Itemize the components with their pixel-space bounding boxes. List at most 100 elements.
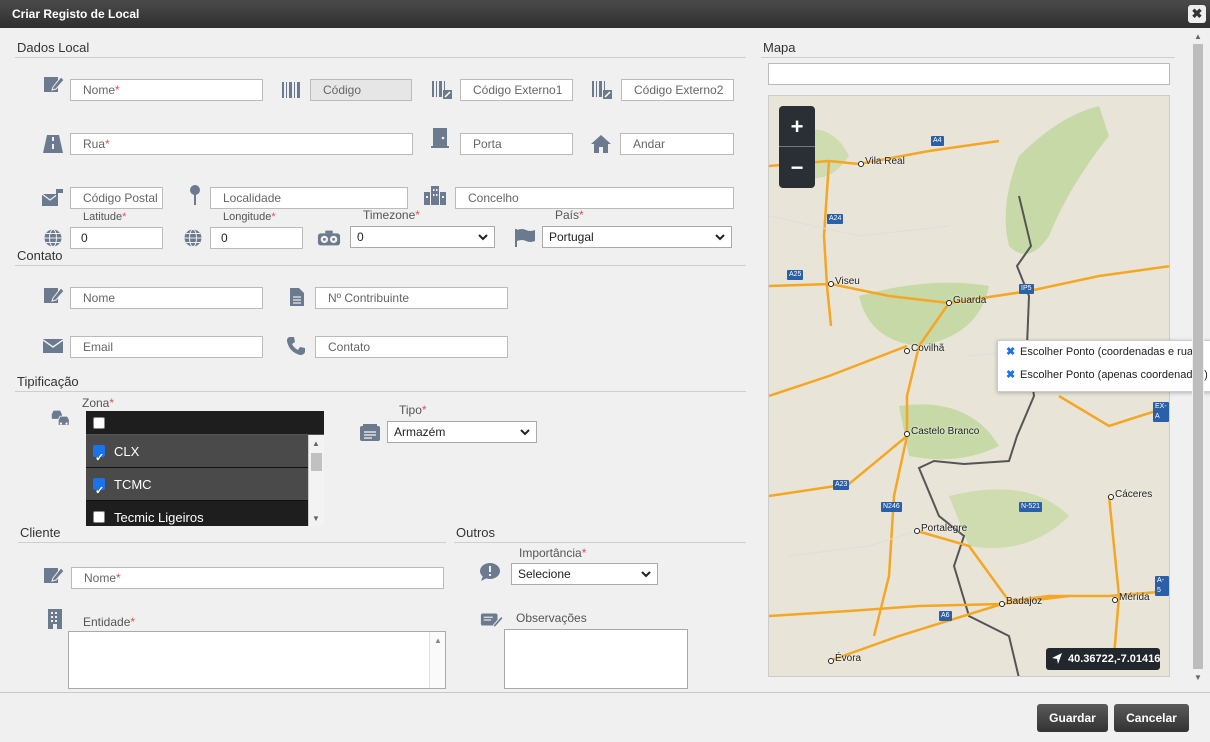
zona-checkbox[interactable] — [93, 442, 105, 475]
divider — [779, 146, 815, 147]
map-place-label: Badajoz — [1006, 596, 1043, 607]
importancia-label-text: Importância — [519, 546, 582, 560]
map-road-badge: A23 — [833, 480, 850, 490]
map-road-badge: N246 — [881, 502, 902, 512]
tipo-select[interactable]: Armazém — [387, 421, 537, 443]
door-icon — [428, 127, 452, 149]
email-input[interactable]: Email — [70, 336, 263, 358]
map-place-label: Cáceres — [1115, 489, 1153, 500]
required-mark: * — [579, 208, 584, 222]
timezone-label: Timezone* — [363, 208, 420, 222]
zona-checkbox[interactable] — [93, 511, 105, 523]
timezone-value: 0 — [357, 230, 364, 244]
longitude-input[interactable]: 0 — [210, 227, 303, 249]
divider — [18, 542, 446, 543]
observacoes-label: Observações — [516, 611, 587, 625]
zona-scrollbar[interactable]: ▲ ▼ — [308, 435, 324, 526]
map-place-marker — [828, 658, 834, 664]
required-mark: * — [122, 211, 127, 223]
map-road-badge: EX-A — [1153, 402, 1169, 422]
porta-input[interactable]: Porta — [460, 133, 573, 155]
required-mark: * — [130, 615, 136, 629]
timezone-select[interactable]: 0 — [350, 226, 495, 248]
local-nome-input[interactable]: Nome* — [70, 79, 263, 101]
scroll-up-icon[interactable]: ▲ — [434, 636, 442, 645]
map-place-label: Portalegre — [921, 523, 968, 534]
contato-nome-input[interactable]: Nome — [70, 287, 263, 309]
contato-input[interactable]: Contato — [315, 336, 508, 358]
context-menu-item[interactable]: ✖ Escolher Ponto (apenas coordenadas) — [998, 364, 1210, 387]
zona-label: Zona* — [82, 396, 114, 410]
zona-item[interactable]: TCMC — [86, 468, 324, 508]
codigo-externo2-input[interactable]: Código Externo2 — [621, 79, 734, 101]
codigo-externo1-input[interactable]: Código Externo1 — [460, 79, 573, 101]
required-mark: * — [105, 137, 110, 151]
tipo-value: Armazém — [394, 425, 446, 439]
longitude-label: Longitude* — [223, 211, 276, 223]
importancia-select[interactable]: Selecione — [511, 563, 658, 585]
map-road-badge: A-5 — [1155, 576, 1169, 596]
observacoes-textarea[interactable] — [504, 629, 688, 689]
entidade-label-text: Entidade — [83, 615, 131, 629]
pais-value: Portugal — [549, 230, 594, 244]
codigo-postal-input[interactable]: Código Postal — [70, 187, 163, 209]
context-menu-item[interactable]: ✖ Escolher Ponto (coordenadas e rua) — [998, 341, 1210, 364]
concelho-input[interactable]: Concelho — [455, 187, 734, 209]
concelho-placeholder: Concelho — [468, 191, 519, 205]
cliente-nome-placeholder: Nome — [84, 571, 117, 585]
zoom-out-button[interactable]: − — [779, 147, 815, 188]
map-road-badge: A4 — [931, 136, 944, 146]
location-arrow-icon — [1051, 648, 1063, 678]
dialog-scroll-thumb[interactable] — [1193, 44, 1203, 669]
map-coordinates: 40.36722,-7.01416 — [1068, 653, 1161, 665]
contato-nome-placeholder: Nome — [83, 291, 116, 305]
map-search-input[interactable] — [768, 63, 1170, 85]
divider — [15, 391, 746, 392]
zona-multiselect[interactable]: CLX TCMC Tecmic Ligeiros ▲ ▼ — [86, 411, 324, 526]
context-menu-label: Escolher Ponto (apenas coordenadas) — [1020, 369, 1208, 381]
required-mark: * — [116, 571, 121, 585]
zona-item[interactable]: CLX — [86, 435, 324, 475]
cancelar-button[interactable]: Cancelar — [1114, 704, 1189, 732]
close-icon[interactable]: ✖ — [1188, 5, 1206, 23]
zona-item[interactable]: Tecmic Ligeiros — [86, 501, 324, 526]
entidade-textarea[interactable]: ▲ — [68, 631, 446, 689]
contribuinte-input[interactable]: Nº Contribuinte — [315, 287, 508, 309]
scroll-down-icon[interactable]: ▼ — [312, 514, 320, 523]
scroll-up-icon[interactable]: ▲ — [1194, 32, 1202, 41]
guardar-button[interactable]: Guardar — [1037, 704, 1108, 732]
chevron-down-icon — [715, 229, 725, 251]
id-card-icon — [358, 422, 382, 444]
required-mark: * — [115, 83, 120, 97]
mailbox-icon — [41, 187, 65, 209]
edit-document-icon — [42, 73, 66, 95]
chevron-down-icon — [520, 424, 530, 446]
section-dados-local-title: Dados Local — [17, 40, 90, 55]
required-mark: * — [415, 208, 420, 222]
map-place-label: Viseu — [835, 276, 860, 287]
localidade-input[interactable]: Localidade — [210, 187, 408, 209]
flag-icon — [513, 227, 537, 249]
latitude-input[interactable]: 0 — [70, 227, 163, 249]
pais-select[interactable]: Portugal — [542, 226, 732, 248]
map-place-label: Évora — [835, 653, 862, 664]
cliente-nome-input[interactable]: Nome* — [71, 567, 444, 589]
rua-input[interactable]: Rua* — [70, 133, 413, 155]
entidade-scrollbar[interactable]: ▲ — [429, 632, 445, 688]
map-place-label: Mérida — [1119, 592, 1150, 603]
zona-checkbox[interactable] — [93, 475, 105, 508]
select-all-checkbox[interactable] — [93, 417, 105, 429]
scroll-thumb[interactable] — [311, 453, 322, 471]
map-place-label: Covilhã — [911, 343, 945, 354]
scroll-up-icon[interactable]: ▲ — [312, 439, 320, 448]
city-icon — [423, 184, 447, 206]
globe-icon — [181, 227, 205, 249]
andar-input[interactable]: Andar — [620, 133, 734, 155]
context-menu-label: Escolher Ponto (coordenadas e rua) — [1020, 346, 1197, 358]
scroll-down-icon[interactable]: ▼ — [1194, 673, 1202, 682]
road-icon — [41, 133, 65, 155]
alert-bubble-icon — [478, 561, 502, 583]
map-place-marker — [1112, 597, 1118, 603]
map-road-badge: IP5 — [1019, 284, 1034, 294]
zoom-in-button[interactable]: + — [779, 106, 815, 147]
